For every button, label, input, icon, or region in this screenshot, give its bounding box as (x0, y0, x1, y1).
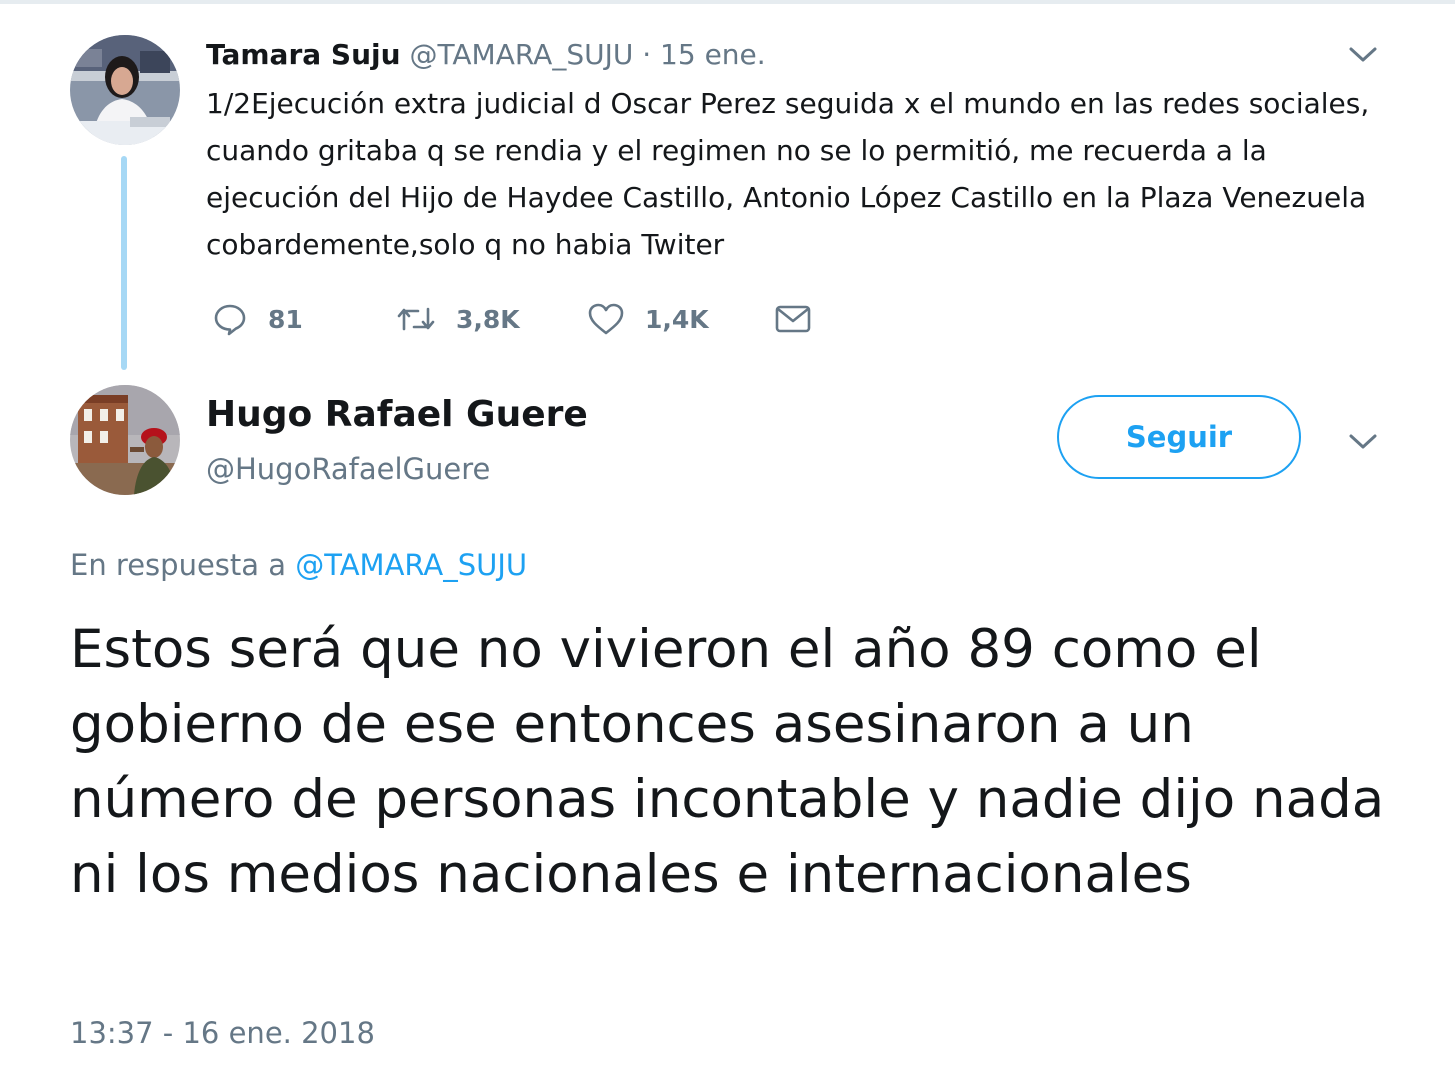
thread-connector (121, 156, 127, 370)
top-divider (0, 0, 1455, 4)
parent-tweet-text: 1/2Ejecución extra judicial d Oscar Pere… (206, 87, 1370, 261)
reply-author-avatar[interactable] (70, 385, 180, 495)
reply-icon (212, 301, 248, 337)
reply-to-mention[interactable]: @TAMARA_SUJU (295, 548, 527, 582)
reply-tweet-text: Estos será que no vivieron el año 89 com… (70, 619, 1385, 905)
reply-author-name[interactable]: Hugo Rafael Guere (206, 392, 588, 438)
reply-author-handle[interactable]: @HugoRafaelGuere (206, 449, 490, 489)
reply-context: En respuesta a @TAMARA_SUJU (70, 545, 527, 585)
tweet-page: Tamara Suju @TAMARA_SUJU · 15 ene. 1/2Ej… (0, 0, 1455, 1078)
chevron-down-icon[interactable] (1346, 40, 1380, 68)
tweet-timestamp[interactable]: 13:37 - 16 ene. 2018 (70, 1013, 375, 1053)
heart-icon (587, 301, 625, 337)
parent-tweet-date[interactable]: 15 ene. (660, 38, 766, 71)
reply-to-prefix: En respuesta a (70, 548, 296, 582)
reply-action[interactable]: 81 (212, 296, 303, 342)
parent-author-handle[interactable]: @TAMARA_SUJU (409, 38, 633, 71)
retweet-action[interactable]: 3,8K (396, 296, 520, 342)
envelope-icon (774, 302, 812, 336)
chevron-down-icon[interactable] (1346, 427, 1380, 455)
parent-author-avatar[interactable] (70, 35, 180, 145)
retweet-icon (396, 301, 436, 337)
parent-tweet-header: Tamara Suju @TAMARA_SUJU · 15 ene. (206, 36, 766, 74)
direct-message-action[interactable] (774, 296, 812, 342)
like-action[interactable]: 1,4K (587, 296, 709, 342)
follow-button[interactable]: Seguir (1057, 395, 1301, 479)
like-count: 1,4K (645, 304, 709, 334)
header-separator: · (633, 38, 661, 71)
retweet-count: 3,8K (456, 304, 520, 334)
parent-author-name[interactable]: Tamara Suju (206, 38, 401, 71)
reply-count: 81 (268, 304, 303, 334)
